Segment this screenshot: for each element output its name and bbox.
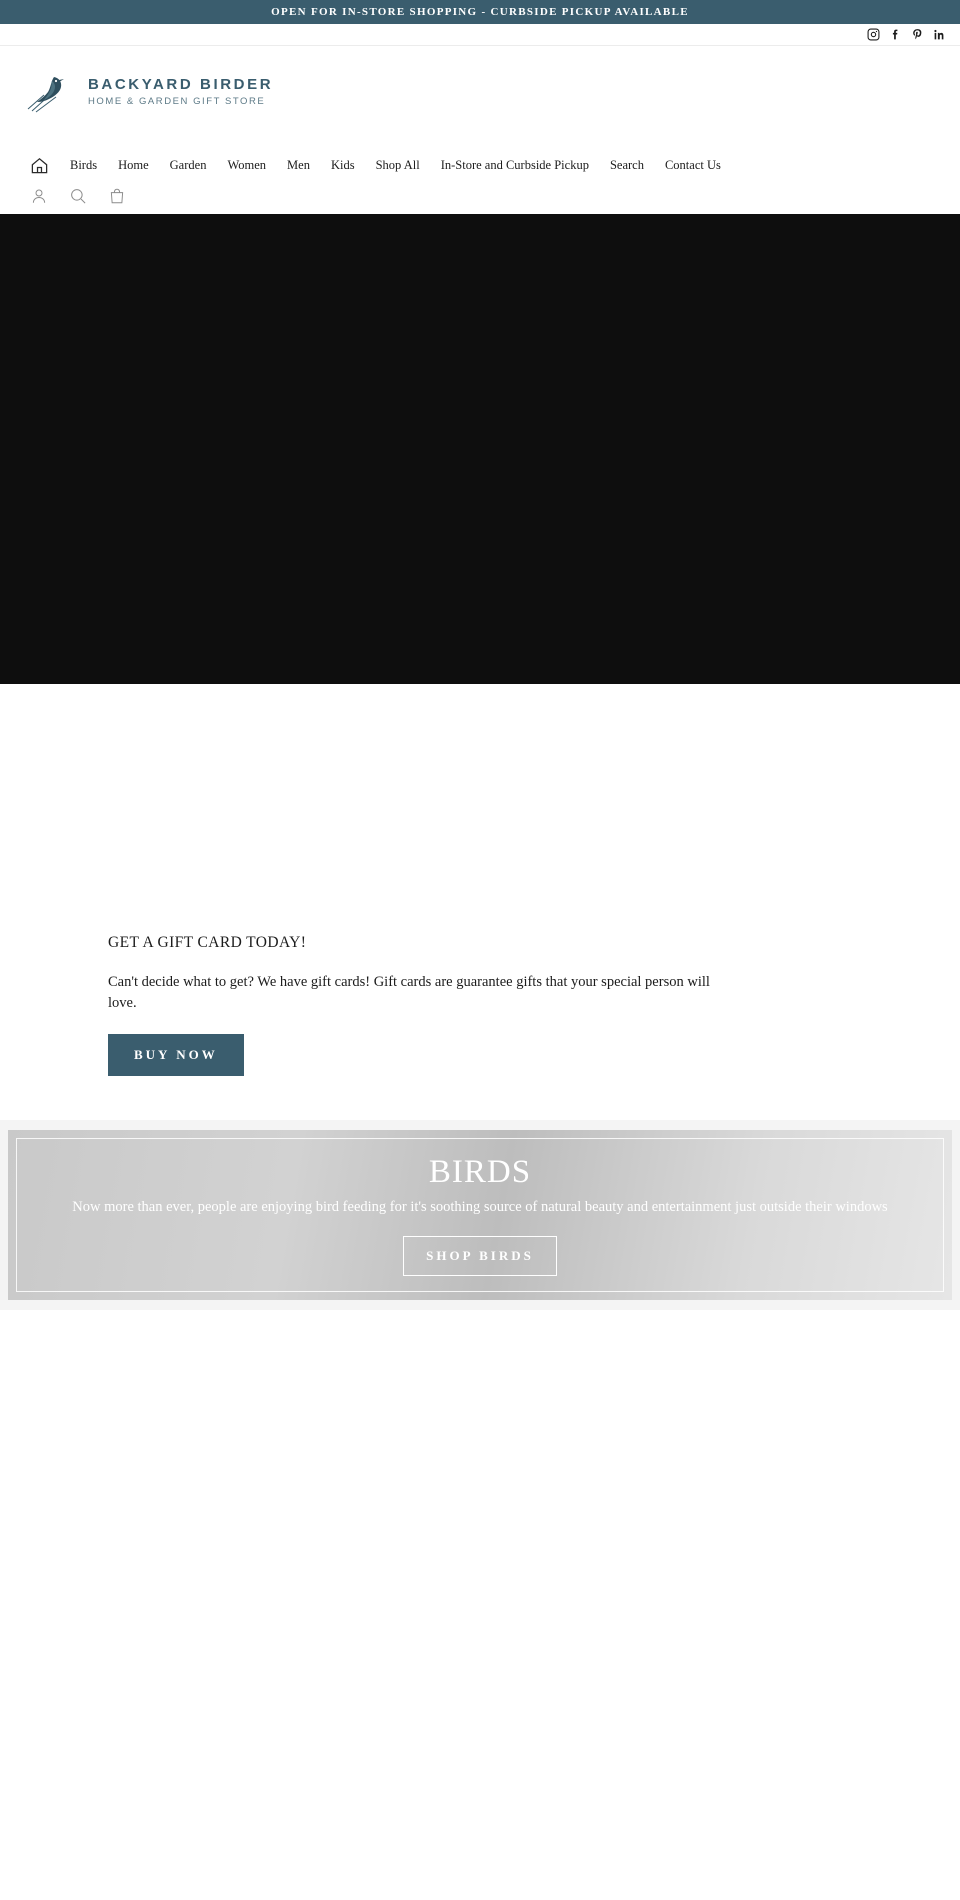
instagram-icon[interactable] (867, 28, 880, 41)
linkedin-icon[interactable] (933, 28, 946, 41)
pinterest-icon[interactable] (911, 28, 924, 41)
hero-banner[interactable] (0, 214, 960, 684)
nav-item-women[interactable]: Women (227, 158, 266, 173)
nav-item-birds[interactable]: Birds (70, 158, 97, 173)
collection-title: BIRDS (428, 1154, 532, 1191)
nav-item-men[interactable]: Men (287, 158, 310, 173)
nav-item-contact-us[interactable]: Contact Us (665, 158, 721, 173)
shop-birds-button[interactable]: Shop Birds (403, 1235, 557, 1276)
home-icon[interactable] (30, 156, 49, 175)
nav-item-home[interactable]: Home (118, 158, 149, 173)
nav-item-search[interactable]: Search (610, 158, 644, 173)
nav-item-shop-all[interactable]: Shop All (376, 158, 420, 173)
collection-banner-birds[interactable]: BIRDS Now more than ever, people are enj… (8, 1130, 952, 1301)
collection-section: BIRDS Now more than ever, people are enj… (0, 1120, 960, 1311)
cart-icon[interactable] (106, 185, 128, 207)
collection-subtitle: Now more than ever, people are enjoying … (72, 1199, 888, 1216)
nav-item-kids[interactable]: Kids (331, 158, 355, 173)
gift-card-description: Can't decide what to get? We have gift c… (108, 974, 710, 1012)
main-navigation: Birds Home Garden Women Men Kids Shop Al… (0, 122, 960, 214)
social-bar (0, 24, 960, 46)
gift-card-section: GET A GIFT CARD TODAY! Can't decide what… (0, 684, 960, 1121)
nav-item-in-store-and-curbside-pickup[interactable]: In-Store and Curbside Pickup (441, 158, 589, 173)
search-icon[interactable] (67, 185, 89, 207)
gift-card-title: GET A GIFT CARD TODAY! (108, 934, 307, 951)
account-icon[interactable] (28, 185, 50, 207)
buy-now-button[interactable]: Buy Now (108, 1034, 244, 1077)
announcement-text: OPEN FOR IN-STORE SHOPPING - CURBSIDE PI… (271, 6, 689, 18)
facebook-icon[interactable] (889, 28, 902, 41)
nav-links-row: Birds Home Garden Women Men Kids Shop Al… (0, 152, 960, 178)
site-header: BACKYARD BIRDER HOME & GARDEN GIFT STORE (0, 46, 960, 122)
bird-logo-icon (22, 69, 74, 115)
brand-tagline: HOME & GARDEN GIFT STORE (88, 95, 266, 107)
nav-item-garden[interactable]: Garden (170, 158, 207, 173)
nav-utility-row (0, 178, 960, 214)
logo-block[interactable]: BACKYARD BIRDER HOME & GARDEN GIFT STORE (0, 62, 960, 122)
page-footer-area (0, 1310, 960, 1900)
brand-name: BACKYARD BIRDER (88, 76, 274, 94)
announcement-bar: OPEN FOR IN-STORE SHOPPING - CURBSIDE PI… (0, 0, 960, 24)
